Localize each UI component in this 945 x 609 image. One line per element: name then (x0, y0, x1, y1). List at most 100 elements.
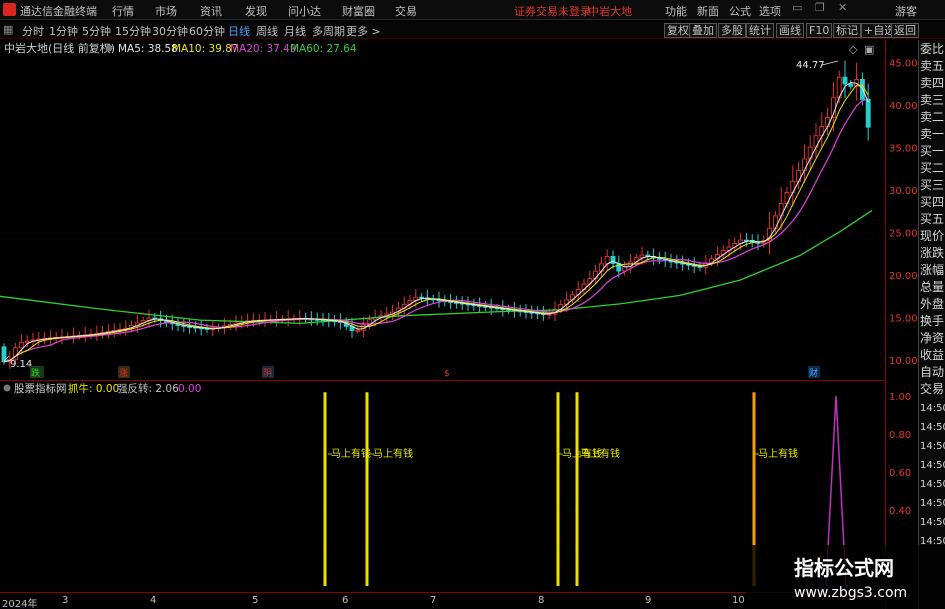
indicator-value-2: 强反转: 2.06 (117, 382, 179, 395)
restore-icon[interactable]: ❐ (815, 1, 825, 14)
menu-item-discover[interactable]: 发现 (245, 3, 267, 19)
event-marker[interactable]: 阴 (263, 368, 272, 379)
indicator-tick: 1.00 (889, 392, 911, 403)
high-price-label: 44.77 (796, 60, 825, 71)
period-tab[interactable]: 30分钟 (152, 23, 188, 39)
f10-button[interactable]: F10 (806, 23, 833, 38)
side-panel-item[interactable]: 收益 (920, 348, 944, 362)
side-panel-item[interactable]: 外盘 (920, 297, 944, 311)
menu-item-wealth[interactable]: 财富圈 (342, 3, 375, 19)
login-notice[interactable]: 证券交易未登录 (514, 3, 591, 19)
date-tick: 10 (732, 595, 745, 606)
side-panel-item[interactable]: 自动 (920, 365, 944, 379)
price-axis: 45.00 40.00 35.00 30.00 25.00 20.00 15.00 10.00… (885, 40, 918, 609)
period-tab-more[interactable]: 更多 > (346, 23, 381, 39)
menu-item-formula[interactable]: 公式 (729, 3, 751, 19)
period-tab[interactable]: 15分钟 (115, 23, 151, 39)
price-tick: 20.00 (889, 271, 918, 282)
period-tab[interactable]: 分时 (22, 23, 44, 39)
ma20-line (3, 98, 869, 363)
signal-annotation: 马上有钱 (580, 447, 620, 460)
side-time-item: 14:50 (920, 403, 945, 414)
menu-item-function[interactable]: 功能 (665, 3, 687, 19)
menu-item-news[interactable]: 资讯 (200, 3, 222, 19)
date-tick: 4 (150, 595, 157, 606)
draw-line-button[interactable]: 画线 (776, 23, 804, 38)
side-panel-item[interactable]: 换手 (920, 314, 944, 328)
ma5-line (3, 81, 869, 363)
side-panel-item[interactable]: 交易 (920, 382, 944, 396)
date-tick: 2024年 (2, 599, 38, 609)
stock-name-header: 中岩大地 (588, 5, 632, 18)
side-panel-item[interactable]: 买五 (920, 212, 944, 226)
multi-stock-button[interactable]: 多股 (718, 23, 746, 38)
side-panel-item[interactable]: 涨幅 (920, 263, 944, 277)
period-tab[interactable]: 多周期 (312, 23, 345, 39)
period-tab[interactable]: 周线 (256, 23, 278, 39)
period-tab[interactable]: 1分钟 (49, 23, 78, 39)
side-panel-item[interactable]: 净资 (920, 331, 944, 345)
overlay-button[interactable]: 叠加 (689, 23, 717, 38)
date-tick: 6 (342, 595, 349, 606)
price-tick: 30.00 (889, 186, 918, 197)
menu-item-options[interactable]: 选项 (759, 3, 781, 19)
side-panel-item[interactable]: 买一 (920, 144, 944, 158)
menu-item-trade[interactable]: 交易 (395, 3, 417, 19)
chart-expand-icon[interactable]: ▣ (864, 43, 874, 56)
menu-item-market[interactable]: 市场 (155, 3, 177, 19)
indicator-tick: 0.60 (889, 468, 911, 479)
price-tick: 10.00 (889, 356, 918, 367)
signal-annotation: 马上有钱 (373, 447, 413, 460)
candlestick-series (1, 60, 871, 369)
side-time-item: 14:50 (920, 498, 945, 509)
side-panel-item[interactable]: 卖一 (920, 127, 944, 141)
statistics-button[interactable]: 统计 (746, 23, 774, 38)
period-tab[interactable]: 月线 (284, 23, 306, 39)
period-tab[interactable]: 5分钟 (82, 23, 111, 39)
close-icon[interactable]: ✕ (838, 1, 847, 14)
date-tick: 9 (645, 595, 652, 606)
price-chart[interactable]: 中岩大地(日线 前复权) MA5: 38.58 MA10: 39.87 MA20… (0, 40, 885, 380)
watermark-logo: 指标公式网 www.zbgs3.com (746, 545, 945, 609)
chart-diamond-icon[interactable]: ◇ (849, 43, 858, 56)
event-marker[interactable]: 涨 (119, 368, 128, 379)
side-panel-item[interactable]: 卖四 (920, 76, 944, 90)
period-tab[interactable]: 60分钟 (189, 23, 225, 39)
settings-dot-icon[interactable] (105, 44, 113, 52)
adjust-button[interactable]: 复权 (664, 23, 692, 38)
event-marker[interactable]: 财 (809, 367, 818, 379)
price-tick: 40.00 (889, 101, 918, 112)
event-marker[interactable]: $ (444, 369, 450, 379)
menu-item-ask[interactable]: 问小达 (288, 3, 321, 19)
side-panel-item[interactable]: 现价 (920, 229, 944, 243)
side-panel-item[interactable]: 总量 (920, 280, 944, 294)
candle-body (18, 341, 24, 349)
mark-button[interactable]: 标记 (833, 23, 861, 38)
candle-body (801, 158, 807, 171)
side-time-item: 14:50 (920, 460, 945, 471)
side-panel-item[interactable]: 卖三 (920, 93, 944, 107)
side-panel-item[interactable]: 买三 (920, 178, 944, 192)
grid-icon[interactable]: ▦ (3, 23, 13, 36)
period-tab-active[interactable]: 日线 (228, 23, 250, 39)
indicator-title[interactable]: 股票指标网 (14, 382, 67, 395)
side-panel-item[interactable]: 卖五 (920, 59, 944, 73)
side-panel-item[interactable]: 涨跌 (920, 246, 944, 260)
side-panel-item[interactable]: 买四 (920, 195, 944, 209)
minimize-icon[interactable]: ▭ (792, 1, 802, 14)
side-panel-item[interactable]: 委比 (920, 42, 944, 56)
settings-dot-icon[interactable] (3, 384, 11, 392)
event-marker[interactable]: 跌 (31, 368, 40, 379)
indicator-value-1: 抓牛: 0.00 (68, 382, 119, 395)
back-button[interactable]: 返回 (891, 23, 919, 38)
menu-item-quotes[interactable]: 行情 (112, 3, 134, 19)
menu-item-layout[interactable]: 新面 (697, 3, 719, 19)
side-panel-item[interactable]: 卖二 (920, 110, 944, 124)
quote-side-panel[interactable]: 委比卖五卖四卖三卖二卖一买一买二买三买四买五现价涨跌涨幅总量外盘换手净资收益自动… (918, 40, 945, 609)
candle-body (639, 254, 645, 258)
candle-body (865, 98, 871, 128)
period-toolbar: ▦ 分时 1分钟 5分钟 15分钟 30分钟 60分钟 日线 周线 月线 多周期… (0, 21, 945, 39)
side-time-item: 14:50 (920, 422, 945, 433)
side-panel-item[interactable]: 买二 (920, 161, 944, 175)
user-label[interactable]: 游客 (895, 3, 917, 19)
